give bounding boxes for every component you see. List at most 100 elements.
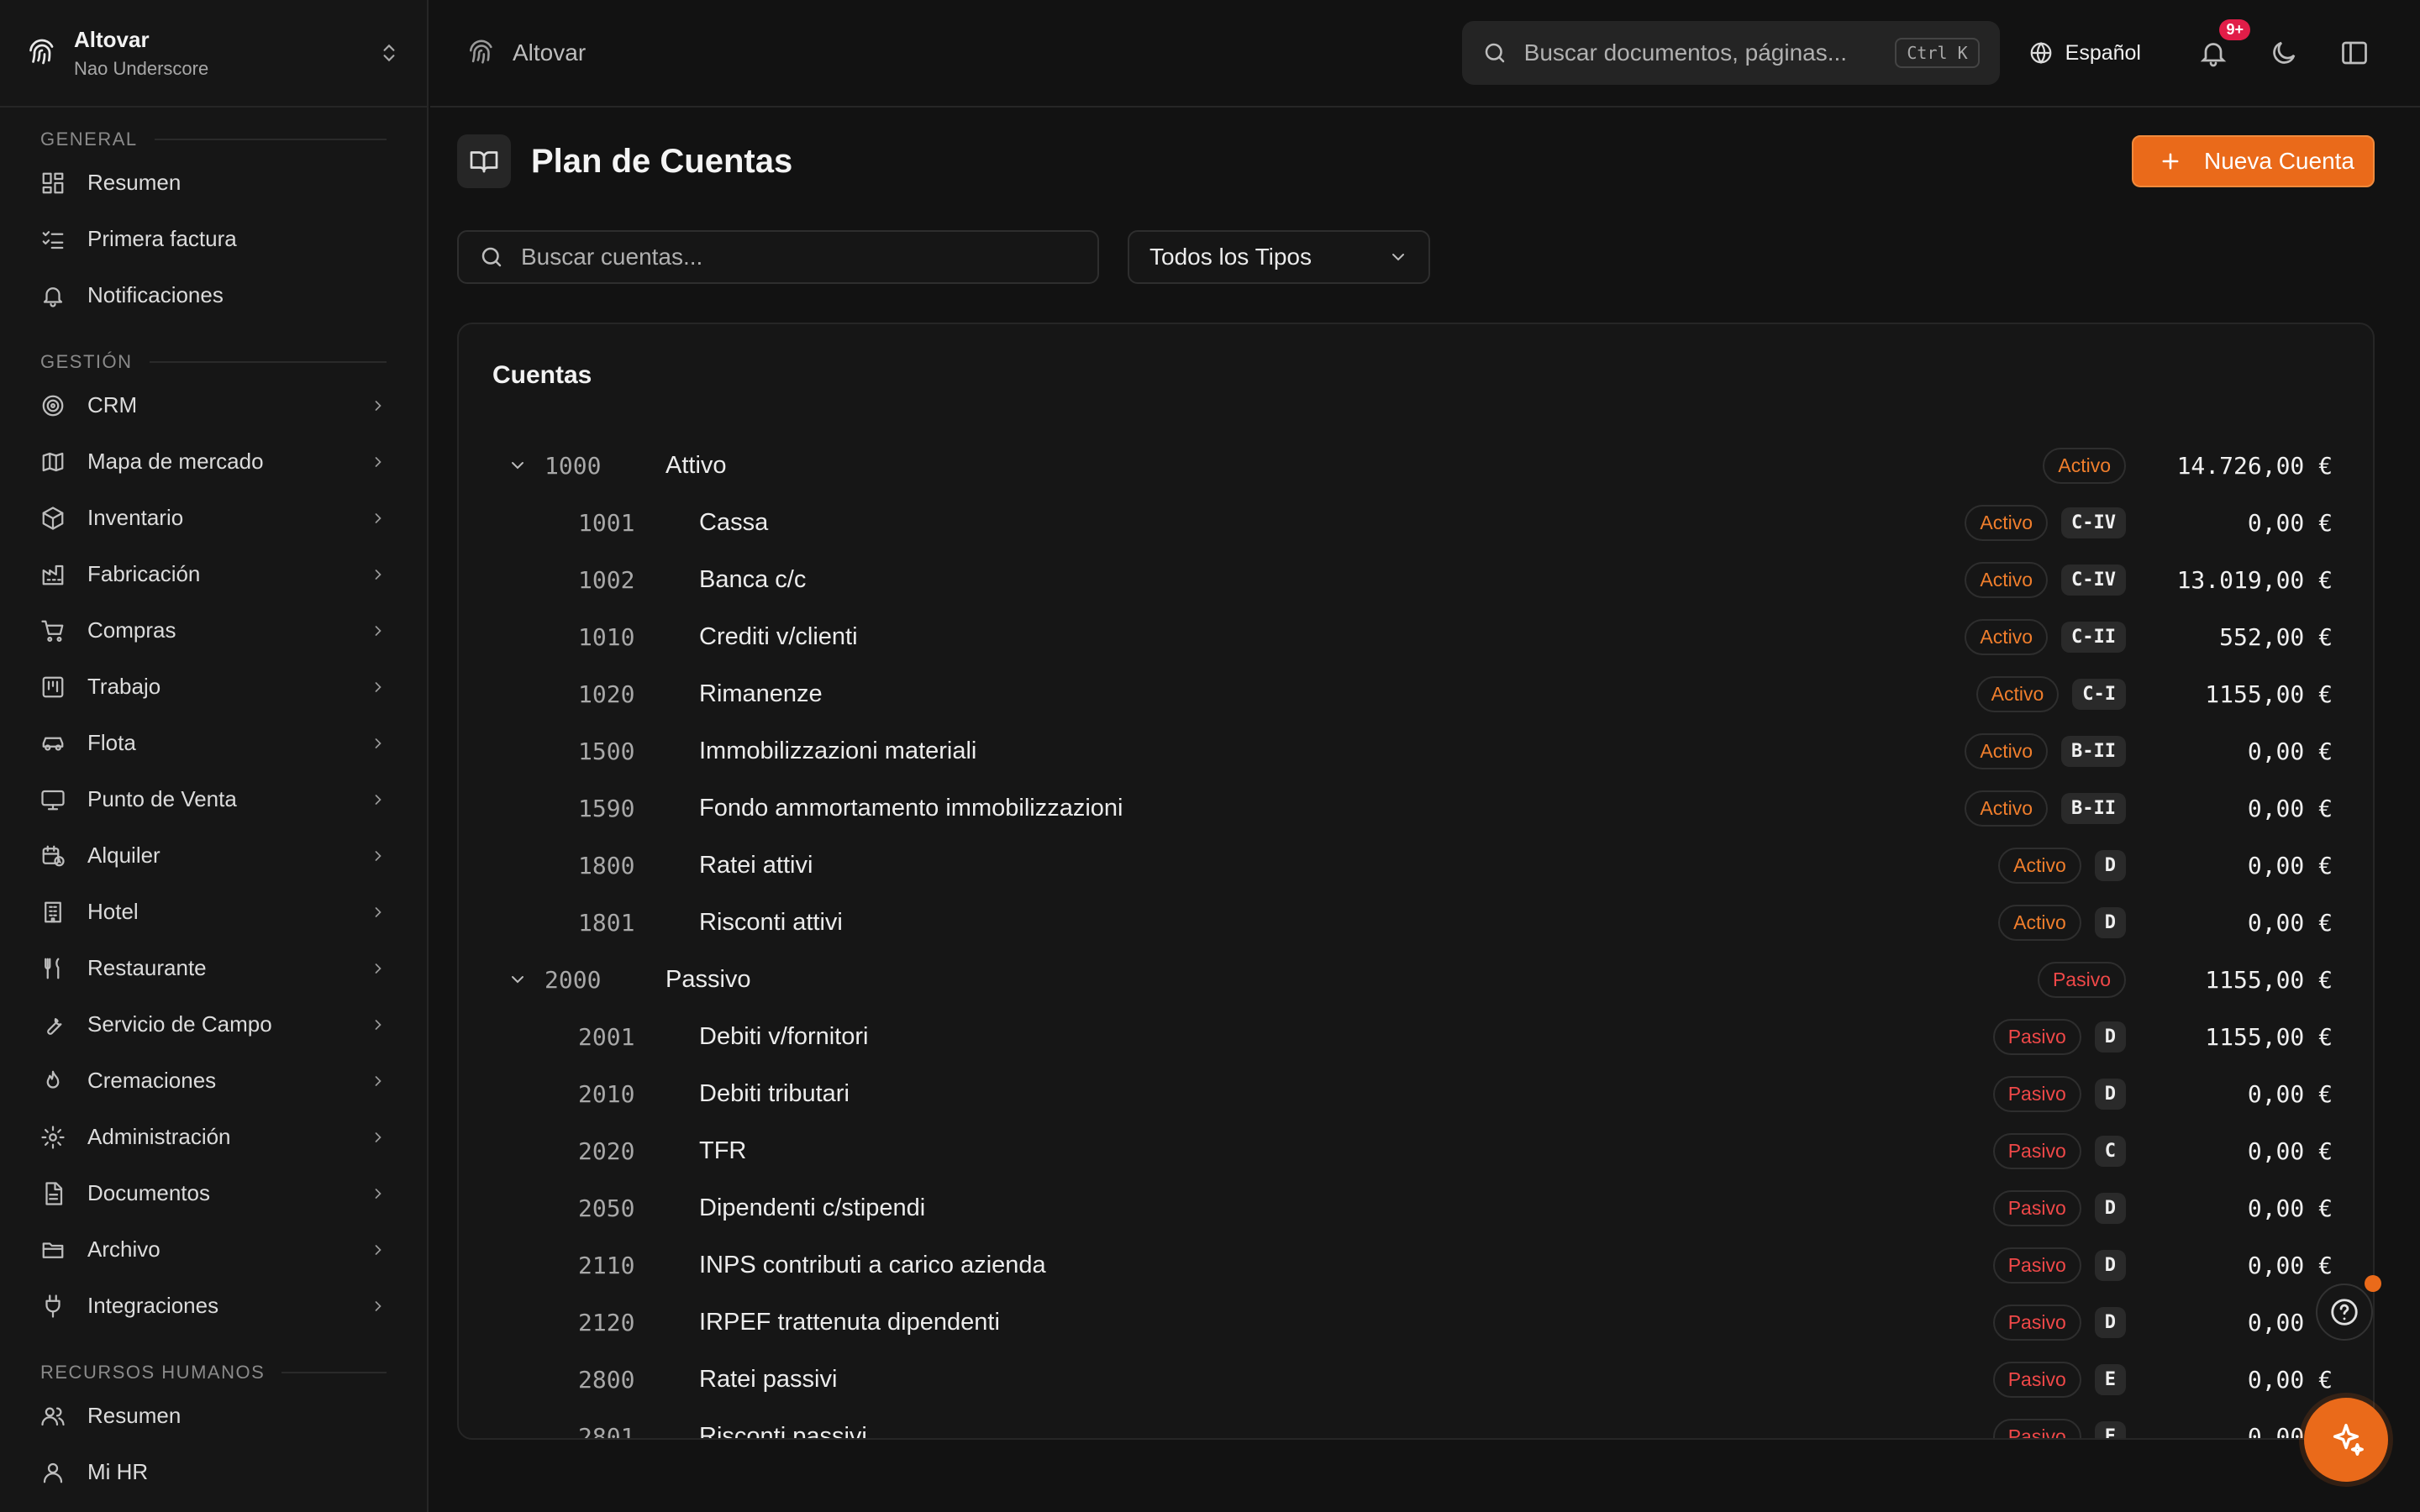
- account-name: Debiti v/fornitori: [699, 1022, 869, 1050]
- sidebar-item-cremaciones[interactable]: Cremaciones: [0, 1053, 427, 1109]
- account-row[interactable]: 2001 Debiti v/fornitori Pasivo D 1155,00 €: [492, 1008, 2333, 1065]
- sidebar-item-alquiler[interactable]: Alquiler: [0, 827, 427, 884]
- language-selector[interactable]: Español: [2028, 40, 2141, 66]
- sidebar-item-administracion[interactable]: Administración: [0, 1109, 427, 1165]
- chevrons-up-down-icon[interactable]: [378, 42, 400, 64]
- account-search-input[interactable]: [521, 244, 1077, 270]
- sidebar-item-archivo[interactable]: Archivo: [0, 1221, 427, 1278]
- topbar: Altovar Ctrl K Español 9+: [430, 0, 2420, 108]
- sidebar-item-servicio-de-campo[interactable]: Servicio de Campo: [0, 996, 427, 1053]
- global-search-input[interactable]: [1523, 39, 1896, 66]
- folder-icon: [42, 1242, 64, 1258]
- sidebar-item-label: Documentos: [87, 1180, 210, 1205]
- sidebar-item-label: Primera factura: [87, 226, 237, 251]
- sidebar-toggle[interactable]: [2339, 38, 2370, 68]
- sidebar-item-label: Compras: [87, 617, 176, 643]
- account-row[interactable]: 1500 Immobilizzazioni materiali Activo B-II…: [492, 722, 2333, 780]
- help-circle-icon: [2331, 1299, 2358, 1326]
- account-code: 1000: [544, 451, 602, 480]
- sidebar-item-documentos[interactable]: Documentos: [0, 1165, 427, 1221]
- account-row[interactable]: 2010 Debiti tributari Pasivo D 0,00 €: [492, 1065, 2333, 1122]
- account-row[interactable]: 1590 Fondo ammortamento immobilizzazioni A…: [492, 780, 2333, 837]
- account-row[interactable]: 1800 Ratei attivi Activo D 0,00 €: [492, 837, 2333, 894]
- account-code: 2010: [578, 1079, 635, 1108]
- account-row[interactable]: 1001 Cassa Activo C-IV 0,00 €: [492, 494, 2333, 551]
- expand-toggle[interactable]: [502, 450, 533, 480]
- sidebar-item-notificaciones[interactable]: Notificaciones: [0, 267, 427, 323]
- account-row[interactable]: 1002 Banca c/c Activo C-IV 13.019,00 €: [492, 551, 2333, 608]
- sidebar-item-label: Fabricación: [87, 561, 201, 586]
- notification-badge: 9+: [2219, 19, 2250, 40]
- language-label: Español: [2065, 40, 2141, 65]
- account-row[interactable]: 2801 Risconti passivi Pasivo E 0,00 €: [492, 1408, 2333, 1438]
- sidebar-item-hotel[interactable]: Hotel: [0, 884, 427, 940]
- account-name: Debiti tributari: [699, 1079, 850, 1107]
- sidebar-item-fabricacion[interactable]: Fabricación: [0, 546, 427, 602]
- account-row[interactable]: 2110 INPS contributi a carico azienda Pasi…: [492, 1236, 2333, 1294]
- global-search[interactable]: Ctrl K: [1461, 21, 2000, 85]
- chevron-right-icon: [375, 1188, 381, 1199]
- account-search[interactable]: [457, 230, 1099, 284]
- calendar-clock-icon: [42, 845, 65, 866]
- account-class-badge: D: [2094, 1078, 2126, 1110]
- account-class-badge: C-I: [2072, 678, 2126, 710]
- type-filter-select[interactable]: Todos los Tipos: [1128, 230, 1430, 284]
- file-icon: [45, 1181, 63, 1205]
- help-button[interactable]: [2316, 1284, 2373, 1341]
- account-type-badge: Pasivo: [1992, 1418, 2081, 1438]
- sidebar-item-mi-hr[interactable]: Mi HR: [0, 1444, 427, 1500]
- sidebar-item-integraciones[interactable]: Integraciones: [0, 1278, 427, 1334]
- account-type-badge: Pasivo: [1992, 1361, 2081, 1398]
- account-row[interactable]: 2020 TFR Pasivo C 0,00 €: [492, 1122, 2333, 1179]
- account-name: Ratei passivi: [699, 1365, 838, 1393]
- sidebar-item-label: Alquiler: [87, 843, 160, 868]
- account-row[interactable]: 2800 Ratei passivi Pasivo E 0,00 €: [492, 1351, 2333, 1408]
- users-icon: [41, 1407, 65, 1425]
- account-group-row[interactable]: 2000 Passivo Pasivo 1155,00 €: [492, 951, 2333, 1008]
- sidebar-item-crm[interactable]: CRM: [0, 377, 427, 433]
- sidebar: Altovar Nao Underscore GENERAL Resumen Pr…: [0, 0, 429, 1512]
- sidebar-item-resumen[interactable]: Resumen: [0, 1388, 427, 1444]
- sidebar-item-label: Cremaciones: [87, 1068, 217, 1093]
- account-type-badge: Activo: [1965, 504, 2049, 541]
- expand-toggle[interactable]: [502, 964, 533, 995]
- account-balance: 14.726,00 €: [2176, 451, 2333, 480]
- sidebar-item-label: Flota: [87, 730, 136, 755]
- section-rrhh: RECURSOS HUMANOS: [0, 1357, 427, 1388]
- account-row[interactable]: 1801 Risconti attivi Activo D 0,00 €: [492, 894, 2333, 951]
- sidebar-item-inventario[interactable]: Inventario: [0, 490, 427, 546]
- ai-assistant-button[interactable]: [2304, 1398, 2388, 1482]
- sidebar-item-trabajo[interactable]: Trabajo: [0, 659, 427, 715]
- book-open-icon: [470, 151, 498, 173]
- breadcrumb[interactable]: Altovar: [467, 39, 1462, 67]
- sidebar-item-flota[interactable]: Flota: [0, 715, 427, 771]
- theme-toggle[interactable]: [2269, 38, 2299, 68]
- sidebar-item-resumen[interactable]: Resumen: [0, 155, 427, 211]
- account-name: Rimanenze: [699, 680, 823, 707]
- org-switcher[interactable]: Altovar Nao Underscore: [0, 0, 427, 108]
- notifications-button[interactable]: 9+: [2198, 19, 2250, 68]
- account-code: 1800: [578, 851, 635, 879]
- sidebar-item-restaurante[interactable]: Restaurante: [0, 940, 427, 996]
- account-class-badge: D: [2094, 1021, 2126, 1053]
- chevron-right-icon: [375, 850, 381, 861]
- account-row[interactable]: 1010 Crediti v/clienti Activo C-II 552,00 €: [492, 608, 2333, 665]
- chevron-right-icon: [375, 1300, 381, 1311]
- new-account-label: Nueva Cuenta: [2203, 148, 2354, 174]
- new-account-button[interactable]: Nueva Cuenta: [2131, 135, 2375, 187]
- sidebar-item-punto-de-venta[interactable]: Punto de Venta: [0, 771, 427, 827]
- sidebar-item-label: Integraciones: [87, 1293, 219, 1318]
- account-type-badge: Pasivo: [1992, 1075, 2081, 1112]
- account-row[interactable]: 2050 Dipendenti c/stipendi Pasivo D 0,00 €: [492, 1179, 2333, 1236]
- building-icon: [45, 901, 61, 922]
- sidebar-item-primera-factura[interactable]: Primera factura: [0, 211, 427, 267]
- account-row[interactable]: 1020 Rimanenze Activo C-I 1155,00 €: [492, 665, 2333, 722]
- shortcut-hint: Ctrl K: [1895, 38, 1980, 68]
- sidebar-item-mapa-de-mercado[interactable]: Mapa de mercado: [0, 433, 427, 490]
- sidebar-item-compras[interactable]: Compras: [0, 602, 427, 659]
- account-row[interactable]: 2120 IRPEF trattenuta dipendenti Pasivo D 0,…: [492, 1294, 2333, 1351]
- account-type-badge: Pasivo: [1992, 1304, 2081, 1341]
- account-group-row[interactable]: 1000 Attivo Activo 14.726,00 €: [492, 437, 2333, 494]
- account-class-badge: C-IV: [2061, 507, 2126, 538]
- account-type-badge: Pasivo: [1992, 1132, 2081, 1169]
